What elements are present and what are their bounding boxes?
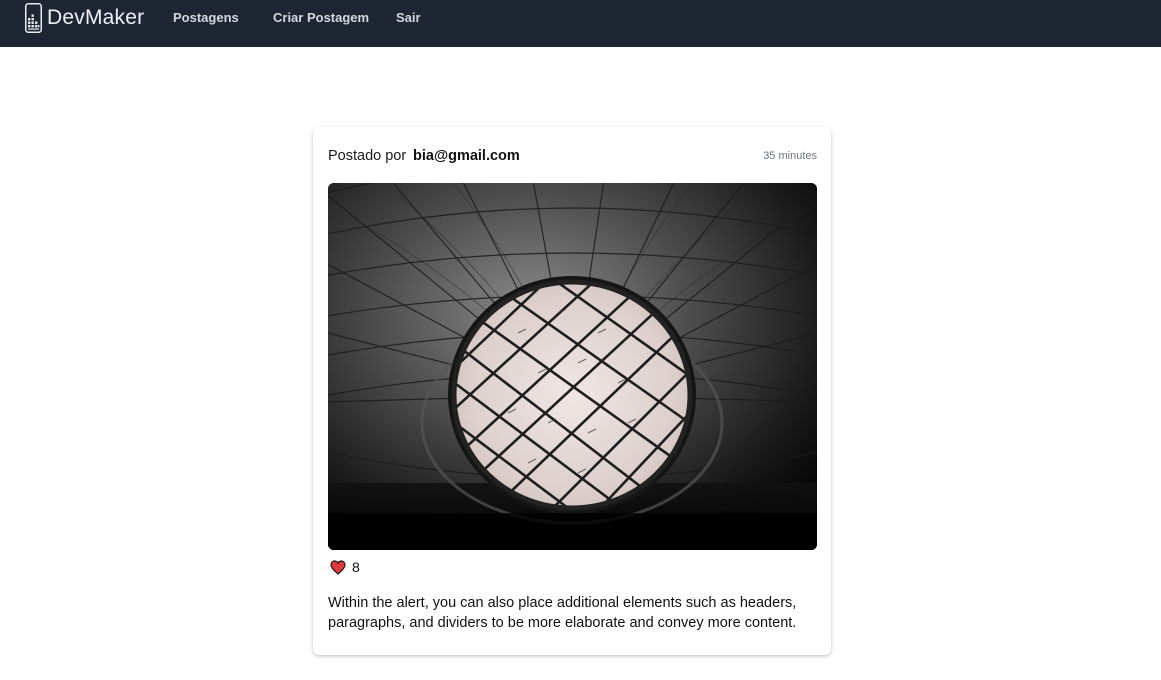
top-navbar: DevMaker Postagens Criar Postagem Sair	[0, 0, 1161, 47]
post-time: 35 minutes	[763, 150, 817, 162]
nav-postagens[interactable]: Postagens	[173, 10, 239, 25]
phone-logo-icon	[25, 3, 42, 33]
post-image[interactable]	[328, 183, 817, 550]
heart-icon[interactable]	[330, 559, 346, 575]
posted-by-label: Postado por	[328, 148, 407, 164]
brand-suffix: Maker	[84, 6, 145, 29]
post-header: Postado por bia@gmail.com 35 minutes	[328, 148, 817, 168]
nav-sair[interactable]: Sair	[396, 10, 421, 25]
like-count: 8	[352, 559, 360, 575]
brand-prefix: Dev	[47, 6, 85, 29]
nav-criar-postagem[interactable]: Criar Postagem	[273, 10, 369, 25]
post-caption: Within the alert, you can also place add…	[328, 595, 797, 631]
brand-logo[interactable]: DevMaker	[25, 0, 144, 36]
likes-row: 8	[330, 559, 360, 575]
brand-name: DevMaker	[47, 6, 144, 30]
skylight-dome-photo	[328, 183, 817, 550]
post-card: Postado por bia@gmail.com 35 minutes 8 W…	[313, 127, 831, 655]
post-author[interactable]: bia@gmail.com	[413, 148, 520, 164]
